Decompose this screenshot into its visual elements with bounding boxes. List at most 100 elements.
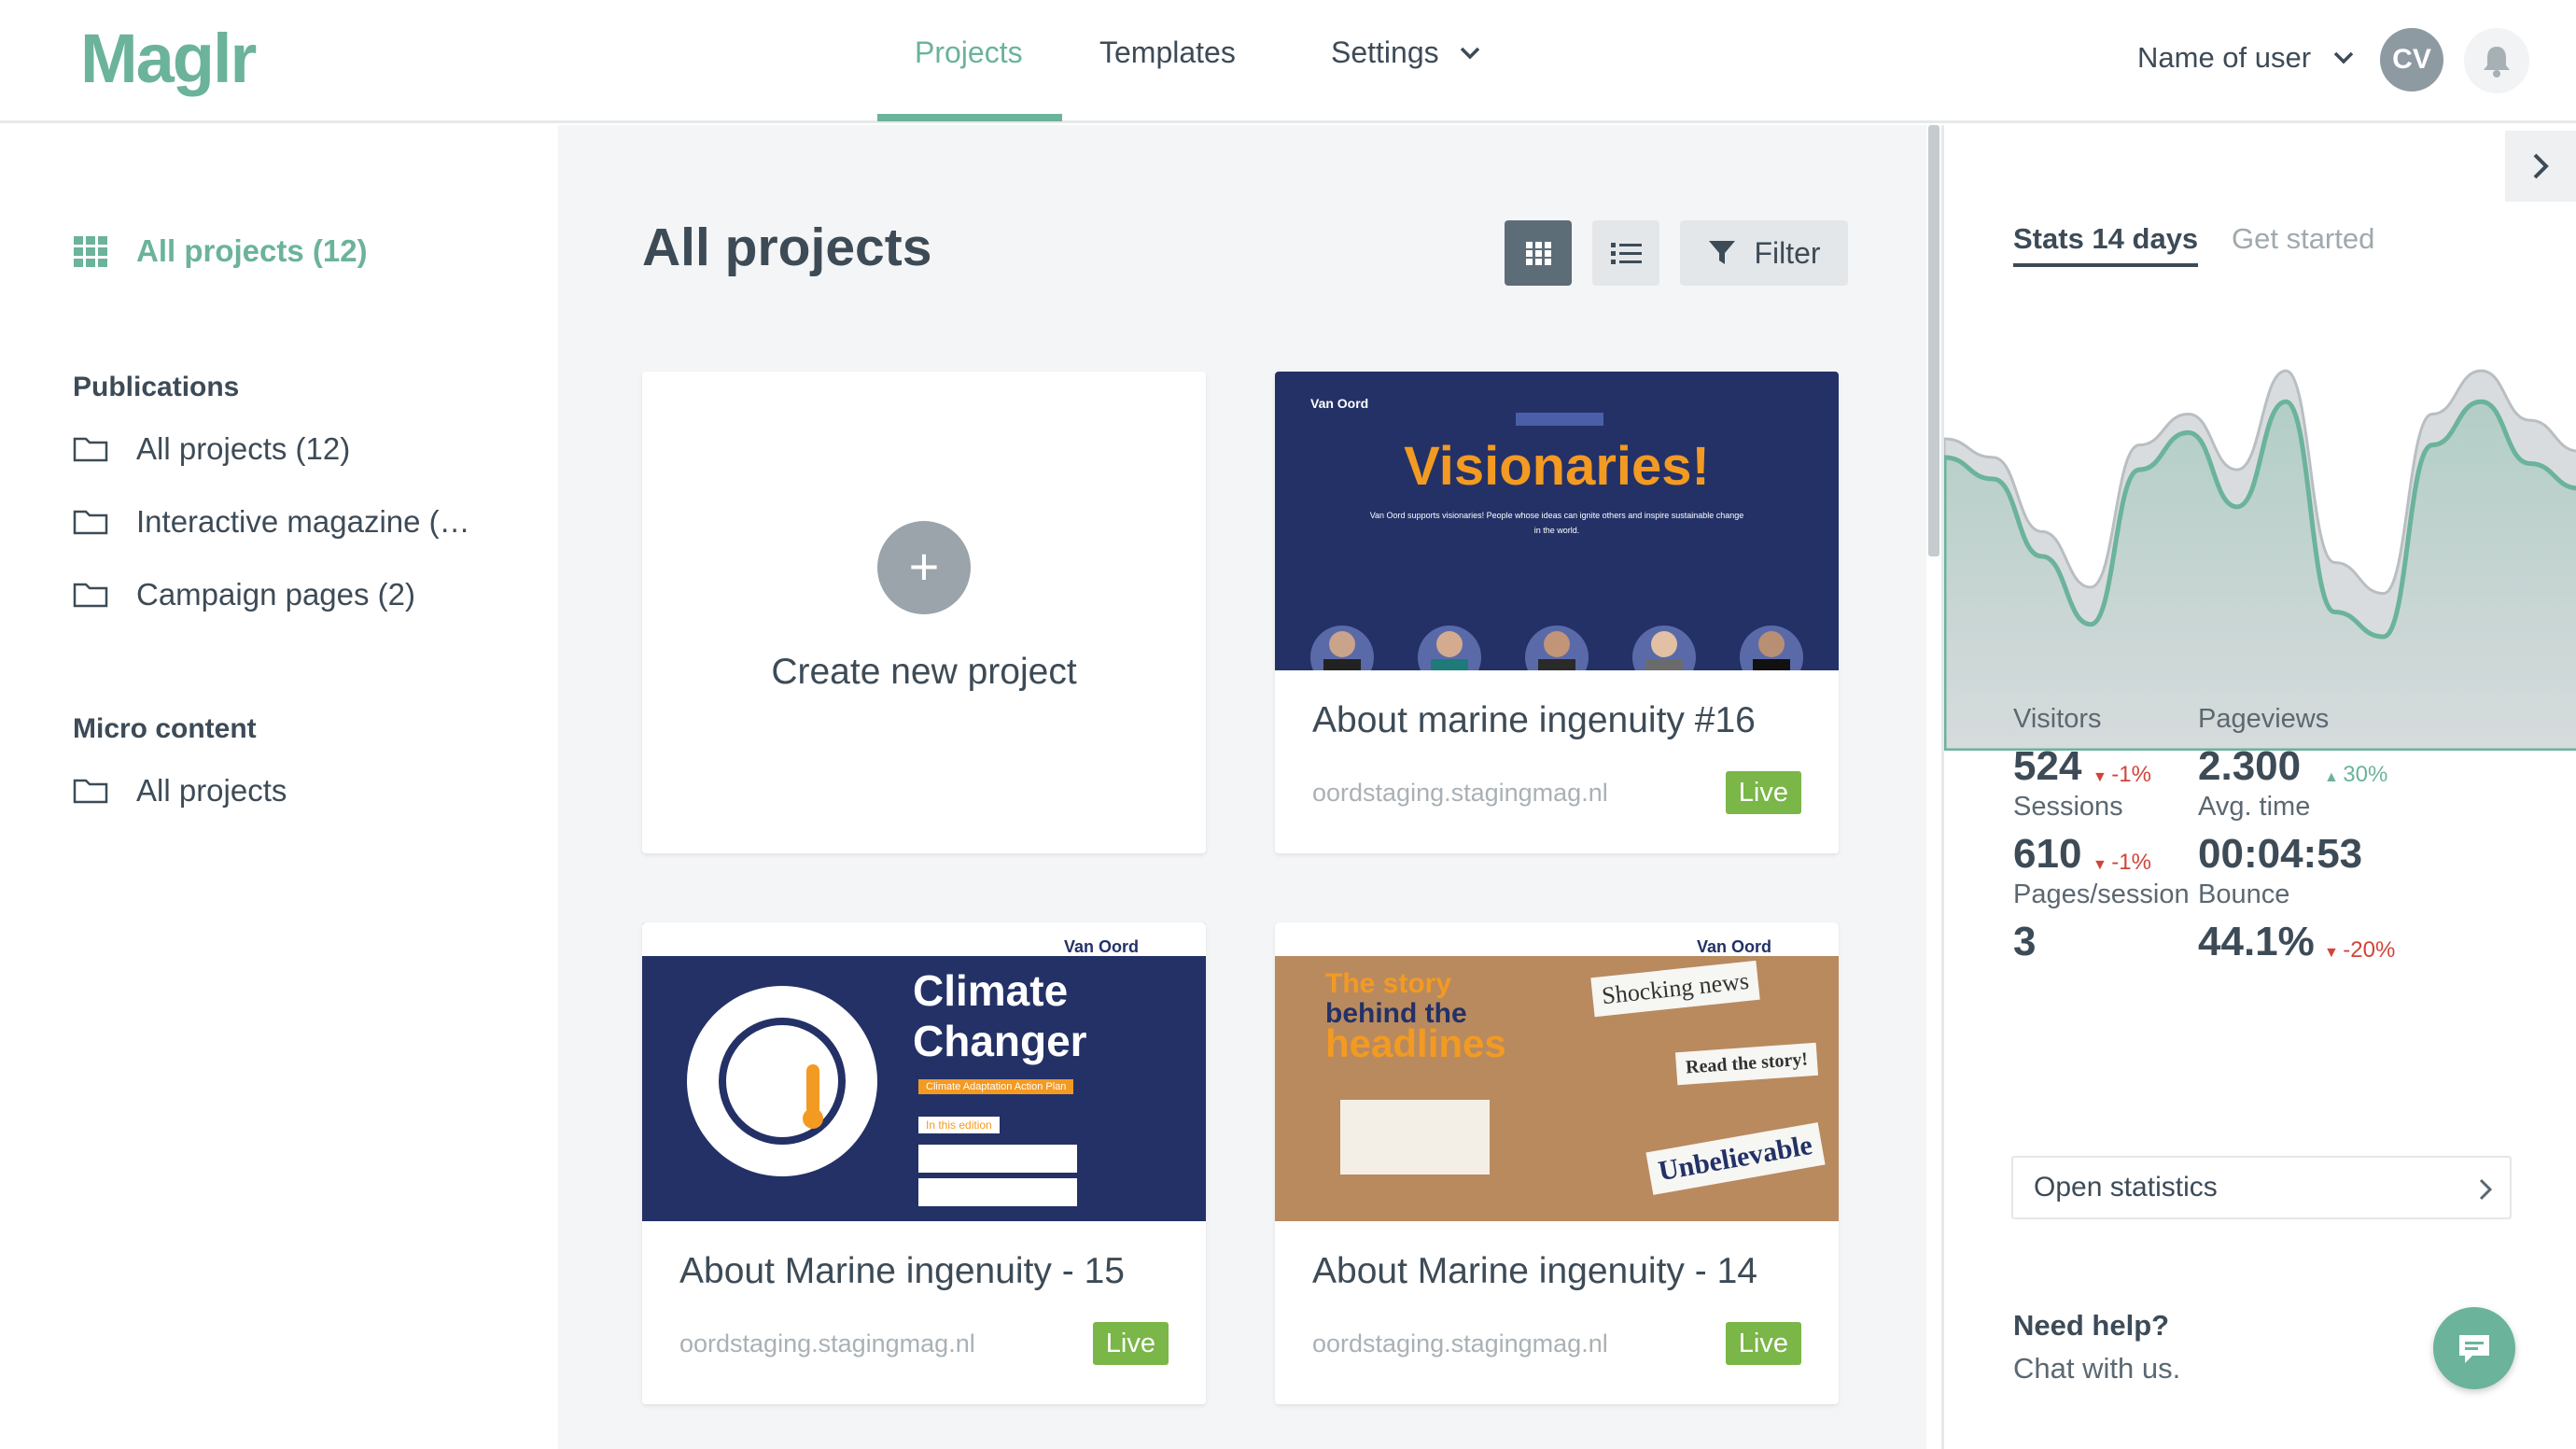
thumb-edition: In this edition [918,1117,1000,1133]
project-title[interactable]: About Marine ingenuity - 15 [679,1251,1125,1292]
sidebar-item-label: Interactive magazine (… [136,504,470,539]
caret-down-icon: ▼ [2093,769,2112,785]
stat-value: 2.300 [2198,743,2302,789]
grid-icon [74,236,107,267]
status-badge: Live [1725,771,1801,814]
open-statistics-button[interactable]: Open statistics [2011,1156,2512,1219]
thumb-headline: Visionaries! [1404,436,1710,497]
project-card[interactable]: Van Oord Climate Changer Climate Adaptat… [642,922,1206,1404]
stat-value: 44.1% [2198,919,2315,964]
van-oord-logo: Van Oord [1310,396,1369,411]
collapse-panel-button[interactable] [2505,131,2576,202]
page-title: All projects [642,218,932,277]
van-oord-logo: Van Oord [1697,937,1772,956]
stat-change-value: -20% [2343,937,2396,963]
help-subtitle: Chat with us. [2013,1352,2181,1385]
stat-value: 524 [2013,743,2082,789]
create-project-card[interactable]: + Create new project [642,372,1206,853]
bell-icon [2484,47,2510,77]
climate-globe-icon [687,986,877,1176]
caret-up-icon: ▲ [2324,769,2344,785]
thumb-portraits [1310,626,1803,670]
caret-down-icon: ▼ [2093,857,2112,873]
folder-icon [73,779,108,804]
section-heading-publications: Publications [73,372,240,402]
tab-get-started[interactable]: Get started [2232,222,2374,256]
chat-icon [2459,1335,2489,1363]
grid-view-button[interactable] [1505,220,1572,286]
folder-icon [73,510,108,535]
sidebar-item-all-projects[interactable]: All projects (12) [73,233,368,269]
top-header: Maglr Projects Templates Settings Name o… [0,0,2576,123]
sidebar-item-label: All projects (12) [136,431,351,466]
stat-change: ▼ -1% [2093,762,2151,788]
chevron-down-icon [2333,51,2354,64]
project-url: oordstaging.stagingmag.nl [1312,779,1608,807]
user-name: Name of user [2137,41,2312,74]
status-badge: Live [1092,1322,1169,1365]
nav-projects[interactable]: Projects [915,35,1023,70]
project-thumbnail: Van Oord The story behind the headlines … [1275,922,1839,1221]
stat-label: Bounce [2198,879,2290,909]
project-url: oordstaging.stagingmag.nl [679,1329,975,1358]
filter-button[interactable]: Filter [1680,220,1848,286]
stat-label: Avg. time [2198,792,2311,822]
nav-templates[interactable]: Templates [1099,35,1236,70]
maglr-logo[interactable]: Maglr [80,19,257,98]
stat-change: ▲ 30% [2324,762,2387,788]
list-view-button[interactable] [1592,220,1659,286]
sidebar-item-publications-all[interactable]: All projects (12) [73,431,350,467]
thumb-item [918,1178,1077,1206]
create-project-label: Create new project [771,652,1077,692]
thumb-headline-line: Changer [913,1017,1087,1065]
visitors-chart [1944,369,2576,751]
tab-stats-14-days[interactable]: Stats 14 days [2013,222,2199,267]
chevron-right-icon [2479,1178,2493,1201]
project-url: oordstaging.stagingmag.nl [1312,1329,1608,1358]
stat-label: Pageviews [2198,704,2330,734]
folder-icon [73,437,108,462]
thumb-tag [1516,413,1603,426]
stat-label: Pages/session [2013,879,2190,909]
main-scrollbar[interactable] [1928,125,1939,556]
section-heading-micro-content: Micro content [73,713,257,744]
main-content: All projects Filter + Create new project [558,125,1926,1449]
thumb-headline-line: Climate [913,966,1069,1015]
avatar[interactable]: CV [2380,28,2443,91]
stat-value: 610 [2013,831,2082,877]
project-thumbnail: Van Oord Visionaries! Van Oord supports … [1275,372,1839,670]
chat-button[interactable] [2433,1307,2515,1389]
plus-icon: + [877,521,971,614]
sidebar-item-interactive-magazine[interactable]: Interactive magazine (… [73,504,470,540]
open-statistics-label: Open statistics [2034,1172,2218,1203]
thumb-note: Shocking news [1590,960,1760,1018]
project-title[interactable]: About Marine ingenuity - 14 [1312,1251,1757,1292]
filter-label: Filter [1754,235,1821,270]
thumb-tag: Climate Adaptation Action Plan [918,1079,1074,1094]
van-oord-logo: Van Oord [1064,937,1140,956]
status-badge: Live [1725,1322,1801,1365]
chevron-down-icon [1460,47,1479,59]
nav-settings[interactable]: Settings [1331,35,1480,70]
project-card[interactable]: Van Oord The story behind the headlines … [1275,922,1839,1404]
notifications-button[interactable] [2464,28,2529,93]
sidebar-item-campaign-pages[interactable]: Campaign pages (2) [73,577,415,612]
stat-change: ▼ -20% [2324,937,2395,964]
thumb-headline: The story behind the headlines [1325,969,1506,1063]
sidebar-item-label: All projects [136,773,287,808]
nav-active-indicator [877,114,1062,121]
nav-settings-label: Settings [1331,35,1439,69]
thumb-item [1340,1100,1490,1175]
sidebar-item-micro-all[interactable]: All projects [73,773,287,809]
grid-icon [1526,242,1551,265]
stat-label: Sessions [2013,792,2123,822]
project-card[interactable]: Van Oord Visionaries! Van Oord supports … [1275,372,1839,853]
sidebar-item-label: Campaign pages (2) [136,577,415,612]
sidebar-item-label: All projects (12) [136,233,368,268]
thumb-note: Unbelievable [1645,1122,1826,1195]
stats-panel: Stats 14 days Get started Visitors 524 ▼ -… [1941,125,2576,1449]
project-title[interactable]: About marine ingenuity #16 [1312,700,1756,741]
filter-icon [1709,241,1736,264]
user-menu[interactable]: Name of user [2137,41,2354,75]
stat-change-value: 30% [2343,762,2388,787]
